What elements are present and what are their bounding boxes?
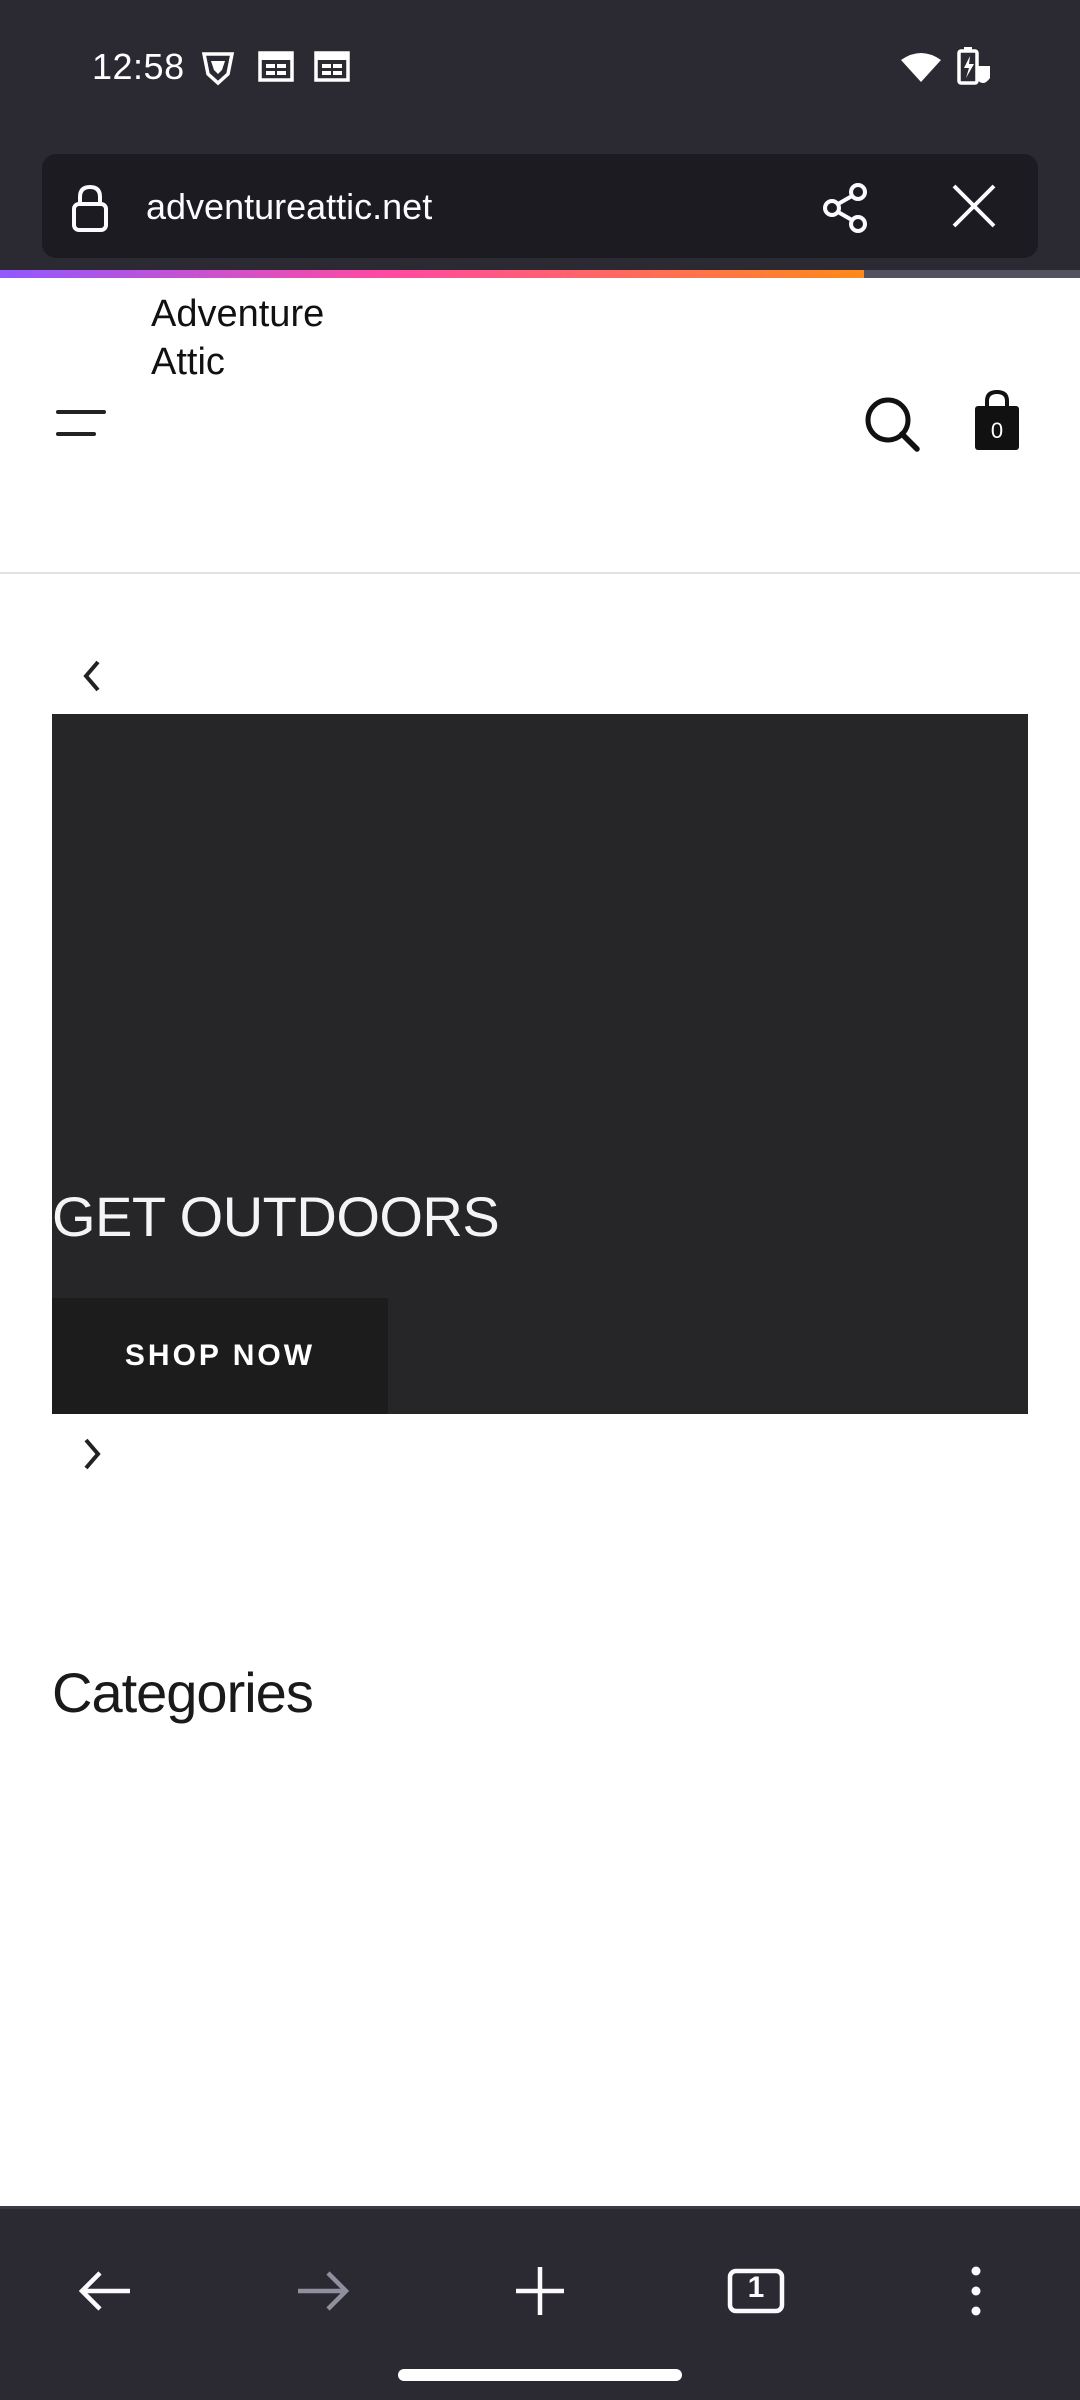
- hero-title: GET OUTDOORS: [52, 1185, 500, 1248]
- calendar-icon: [258, 50, 294, 87]
- vpn-shield-icon: [200, 50, 236, 91]
- new-tab-plus-icon[interactable]: [500, 2251, 580, 2331]
- cart-count-badge: 0: [990, 418, 1004, 443]
- lock-icon[interactable]: [70, 184, 110, 239]
- browser-toolbar: adventureattic.net: [0, 140, 1080, 272]
- slider-prev-icon[interactable]: [74, 656, 110, 696]
- share-icon[interactable]: [818, 180, 874, 236]
- back-arrow-icon[interactable]: [66, 2251, 146, 2331]
- status-time: 12:58: [92, 46, 185, 87]
- logo-line-1: Adventure: [151, 293, 325, 335]
- page-load-progress-fill: [0, 270, 864, 278]
- cart-button[interactable]: 0: [972, 388, 1022, 452]
- wifi-icon: [900, 52, 942, 89]
- close-icon[interactable]: [946, 178, 1002, 234]
- logo-line-2: Attic: [151, 341, 225, 383]
- forward-arrow-icon[interactable]: [282, 2251, 362, 2331]
- browser-bottom-nav: 1: [0, 2206, 1080, 2400]
- battery-saver-icon: [956, 46, 992, 93]
- address-bar[interactable]: adventureattic.net: [42, 154, 1038, 258]
- site-logo[interactable]: Adventure Attic: [151, 290, 324, 386]
- tab-counter-button[interactable]: 1: [716, 2251, 796, 2331]
- status-bar: 12:58: [0, 0, 1080, 140]
- more-menu-icon[interactable]: [936, 2251, 1016, 2331]
- hero-slide: GET OUTDOORS SHOP NOW: [52, 714, 1028, 1414]
- url-text[interactable]: adventureattic.net: [146, 186, 432, 228]
- search-icon[interactable]: [862, 394, 922, 454]
- shop-now-button[interactable]: SHOP NOW: [52, 1298, 388, 1414]
- page-load-progress: [0, 270, 1080, 278]
- home-indicator[interactable]: [398, 2369, 682, 2381]
- menu-icon[interactable]: [56, 410, 108, 440]
- site-header: Adventure Attic 0: [0, 278, 1080, 574]
- categories-heading: Categories: [52, 1661, 314, 1724]
- tab-count: 1: [747, 2271, 765, 2304]
- slider-next-icon[interactable]: [74, 1434, 110, 1474]
- calendar-icon: [314, 50, 350, 87]
